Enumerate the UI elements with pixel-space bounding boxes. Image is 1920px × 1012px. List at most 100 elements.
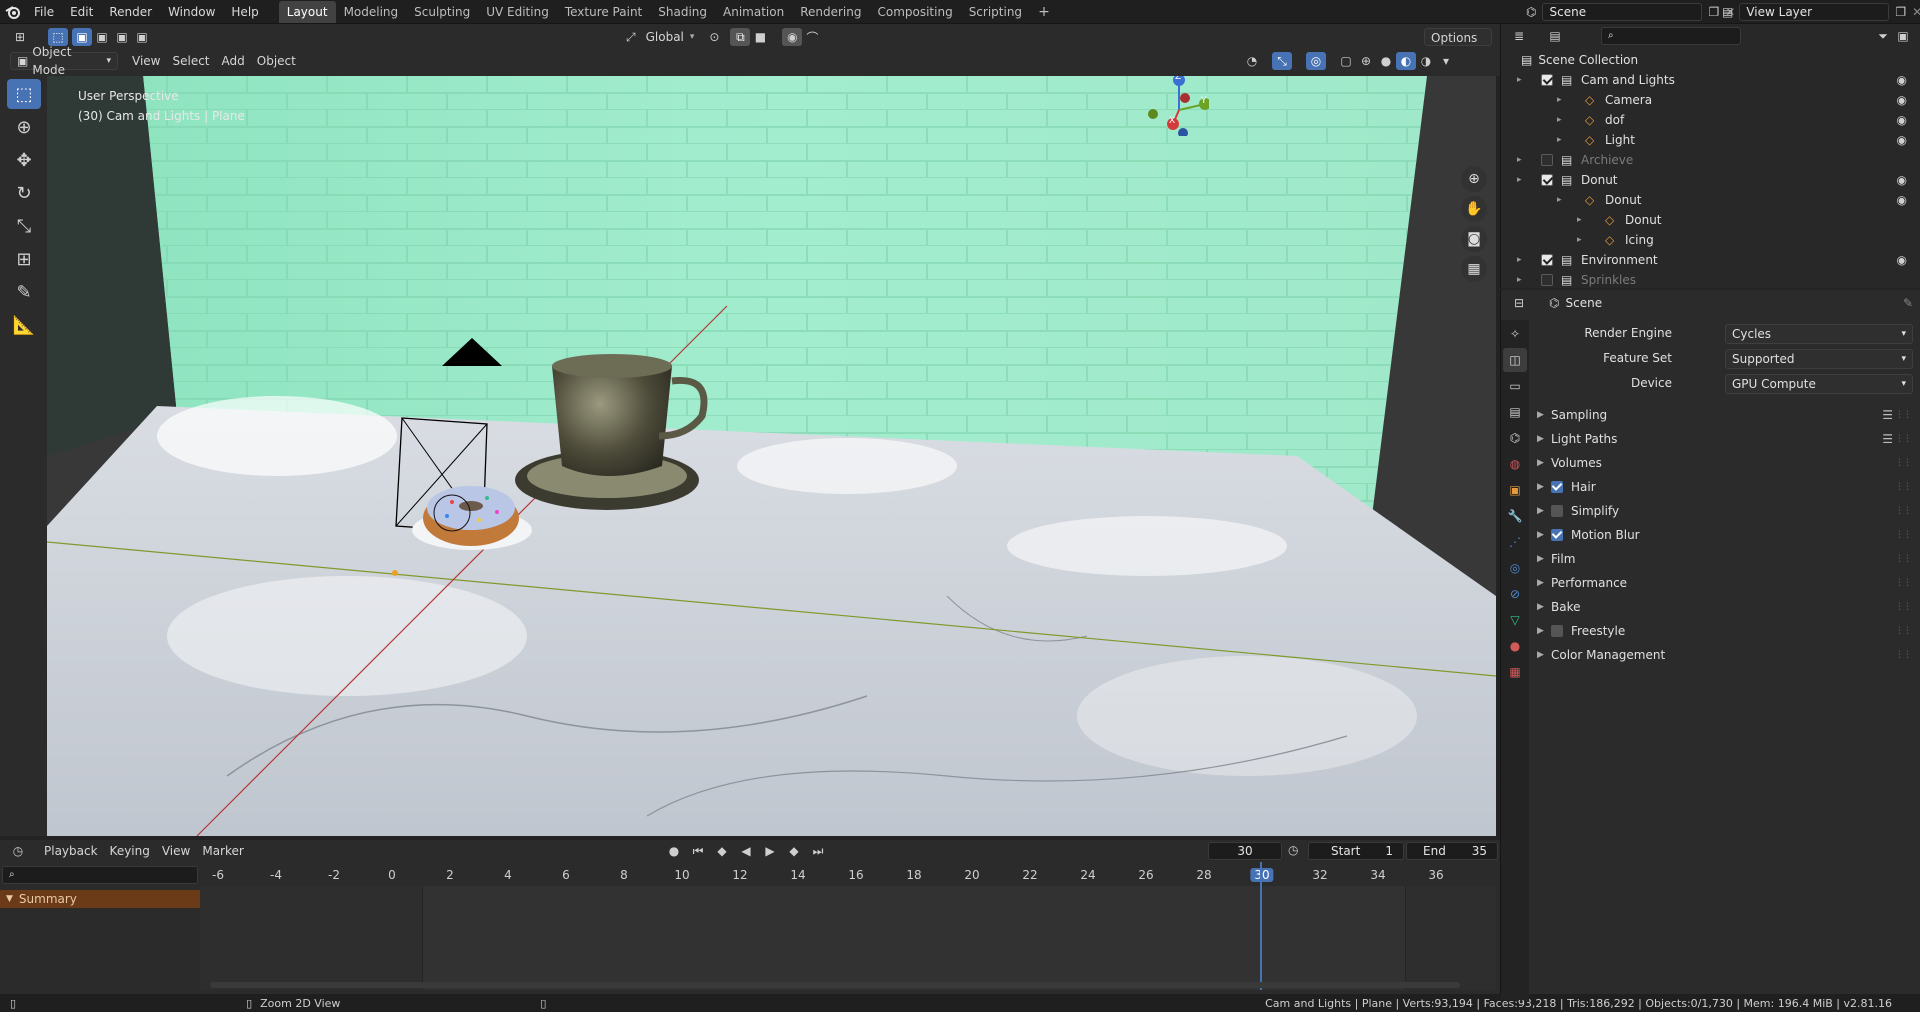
start-frame-field[interactable]: Start 1	[1308, 842, 1404, 860]
summary-channel[interactable]: ▼ Summary	[0, 890, 200, 908]
render-engine-dropdown[interactable]: Cycles ▾	[1725, 324, 1913, 344]
feature-set-dropdown[interactable]: Supported ▾	[1725, 349, 1913, 369]
drag-handle-icon[interactable]: ⋮⋮	[1895, 482, 1912, 492]
outliner-item[interactable]: ▸ ◇ dof ◉	[1501, 110, 1920, 130]
panel-header[interactable]: ▶ Freestyle ⋮⋮	[1531, 620, 1917, 642]
snap-toggle-icon[interactable]: ⧉	[730, 28, 751, 46]
prev-keyframe-icon[interactable]: ◆	[712, 842, 732, 860]
rotate-tool-icon[interactable]: ↻	[7, 178, 41, 208]
exclude-checkbox[interactable]	[1541, 154, 1553, 166]
menu-edit[interactable]: Edit	[62, 0, 101, 24]
ortho-grid-icon[interactable]: ▦	[1461, 256, 1487, 282]
modifier-tab-icon[interactable]: 🔧	[1503, 504, 1527, 528]
panel-header[interactable]: ▶ Motion Blur ⋮⋮	[1531, 524, 1917, 546]
tab-shading[interactable]: Shading	[650, 1, 715, 23]
gizmo-toggle-icon[interactable]: ⤡	[1272, 52, 1292, 70]
playhead[interactable]	[1260, 862, 1262, 990]
tab-texture-paint[interactable]: Texture Paint	[557, 1, 650, 23]
rendered-shading-icon[interactable]: ◑	[1416, 52, 1436, 70]
select-intersect-icon[interactable]: ▣	[132, 28, 152, 46]
constraints-tab-icon[interactable]: ⊘	[1503, 582, 1527, 606]
chevron-right-icon[interactable]: ▸	[1517, 75, 1522, 85]
scene-icon[interactable]: ⌬	[1526, 5, 1536, 19]
tool-tab-icon[interactable]: ✧	[1503, 322, 1527, 346]
tab-modeling[interactable]: Modeling	[336, 1, 407, 23]
tab-compositing[interactable]: Compositing	[869, 1, 960, 23]
object-tab-icon[interactable]: ▣	[1503, 478, 1527, 502]
menu-keying[interactable]: Keying	[104, 842, 156, 860]
display-mode-icon[interactable]: ▤	[1545, 27, 1565, 45]
tab-rendering[interactable]: Rendering	[792, 1, 869, 23]
filter-icon[interactable]: ⏷	[1873, 27, 1893, 45]
presets-list-icon[interactable]: ☰	[1882, 408, 1893, 422]
new-collection-icon[interactable]: ▣	[1893, 27, 1913, 45]
visibility-eye-icon[interactable]: ◉	[1897, 193, 1907, 207]
exclude-checkbox[interactable]	[1541, 254, 1553, 266]
new-scene-icon[interactable]: ❐	[1708, 5, 1719, 19]
options-dropdown[interactable]: Options	[1424, 28, 1492, 46]
outliner-item[interactable]: ▸ ◇ Icing	[1501, 230, 1920, 250]
editor-type-icon[interactable]: ⊞	[10, 28, 30, 46]
panel-header[interactable]: ▶ Bake ⋮⋮	[1531, 596, 1917, 618]
material-tab-icon[interactable]: ●	[1503, 634, 1527, 658]
blender-logo-icon[interactable]	[0, 0, 26, 24]
shading-options-icon[interactable]: ▾	[1436, 52, 1456, 70]
material-shading-icon[interactable]: ◐	[1396, 52, 1416, 70]
cursor-tool-icon[interactable]: ⊕	[7, 112, 41, 142]
world-tab-icon[interactable]: ◍	[1503, 452, 1527, 476]
chevron-right-icon[interactable]: ▸	[1557, 135, 1562, 145]
move-tool-icon[interactable]: ✥	[7, 145, 41, 175]
chevron-right-icon[interactable]: ▸	[1577, 235, 1582, 245]
chevron-right-icon[interactable]: ▸	[1557, 115, 1562, 125]
scale-tool-icon[interactable]: ⤡	[7, 211, 41, 241]
drag-handle-icon[interactable]: ⋮⋮	[1895, 554, 1912, 564]
menu-render[interactable]: Render	[101, 0, 160, 24]
outliner-item[interactable]: ▸ ◇ Donut	[1501, 210, 1920, 230]
select-subtract-icon[interactable]: ▣	[112, 28, 132, 46]
presets-list-icon[interactable]: ☰	[1882, 432, 1893, 446]
pan-hand-icon[interactable]: ✋	[1461, 196, 1487, 222]
delete-view-layer-icon[interactable]: ✕	[1912, 5, 1920, 19]
transform-orientation-dropdown[interactable]: Global	[640, 28, 690, 46]
end-frame-field[interactable]: End 35	[1406, 842, 1498, 860]
falloff-icon[interactable]: ⌒	[802, 28, 822, 46]
outliner-item[interactable]: ▸ ◇ Camera ◉	[1501, 90, 1920, 110]
outliner-item[interactable]: ▸ ▤ Environment ◉	[1501, 250, 1920, 270]
view-layer-selector[interactable]: View Layer	[1739, 3, 1890, 21]
drag-handle-icon[interactable]: ⋮⋮	[1895, 434, 1912, 444]
record-icon[interactable]: ●	[664, 842, 684, 860]
tab-layout[interactable]: Layout	[278, 1, 336, 23]
panel-checkbox[interactable]	[1551, 529, 1563, 541]
chevron-right-icon[interactable]: ▸	[1517, 255, 1522, 265]
outliner-search-input[interactable]: ⌕	[1601, 27, 1741, 45]
chevron-right-icon[interactable]: ▸	[1557, 95, 1562, 105]
pin-icon[interactable]: ✎	[1903, 296, 1913, 310]
exclude-checkbox[interactable]	[1541, 174, 1553, 186]
timeline-ruler[interactable]: -6 -4 -2 0 2 4 6 8 10 12 14 16 18 20 22 24 26 28 30 32 34 36	[200, 864, 1500, 886]
drag-handle-icon[interactable]: ⋮⋮	[1895, 602, 1912, 612]
chevron-right-icon[interactable]: ▸	[1557, 195, 1562, 205]
render-tab-icon[interactable]: ◫	[1503, 348, 1527, 372]
menu-timeline-view[interactable]: View	[156, 842, 196, 860]
panel-header[interactable]: ▶ Hair ⋮⋮	[1531, 476, 1917, 498]
device-dropdown[interactable]: GPU Compute ▾	[1725, 374, 1913, 394]
tab-uv-editing[interactable]: UV Editing	[478, 1, 557, 23]
view-layer-icon[interactable]: ▤	[1722, 5, 1733, 19]
annotate-tool-icon[interactable]: ✎	[7, 277, 41, 307]
menu-window[interactable]: Window	[160, 0, 223, 24]
snap-element-icon[interactable]: ■	[750, 28, 770, 46]
add-workspace-icon[interactable]: +	[1030, 1, 1058, 23]
tab-scripting[interactable]: Scripting	[961, 1, 1030, 23]
view-layer-tab-icon[interactable]: ▤	[1503, 400, 1527, 424]
scene-tab-icon[interactable]: ⌬	[1503, 426, 1527, 450]
jump-start-icon[interactable]: ⏮	[688, 842, 708, 860]
visibility-filter-icon[interactable]: ◔	[1242, 52, 1262, 70]
drag-handle-icon[interactable]: ⋮⋮	[1895, 650, 1912, 660]
properties-editor-type-icon[interactable]: ⊟	[1509, 294, 1529, 312]
overlay-toggle-icon[interactable]: ◎	[1306, 52, 1326, 70]
drag-handle-icon[interactable]: ⋮⋮	[1895, 458, 1912, 468]
visibility-eye-icon[interactable]: ◉	[1897, 253, 1907, 267]
drag-handle-icon[interactable]: ⋮⋮	[1895, 410, 1912, 420]
panel-header[interactable]: ▶ Performance ⋮⋮	[1531, 572, 1917, 594]
timeline-area[interactable]	[200, 862, 1496, 990]
